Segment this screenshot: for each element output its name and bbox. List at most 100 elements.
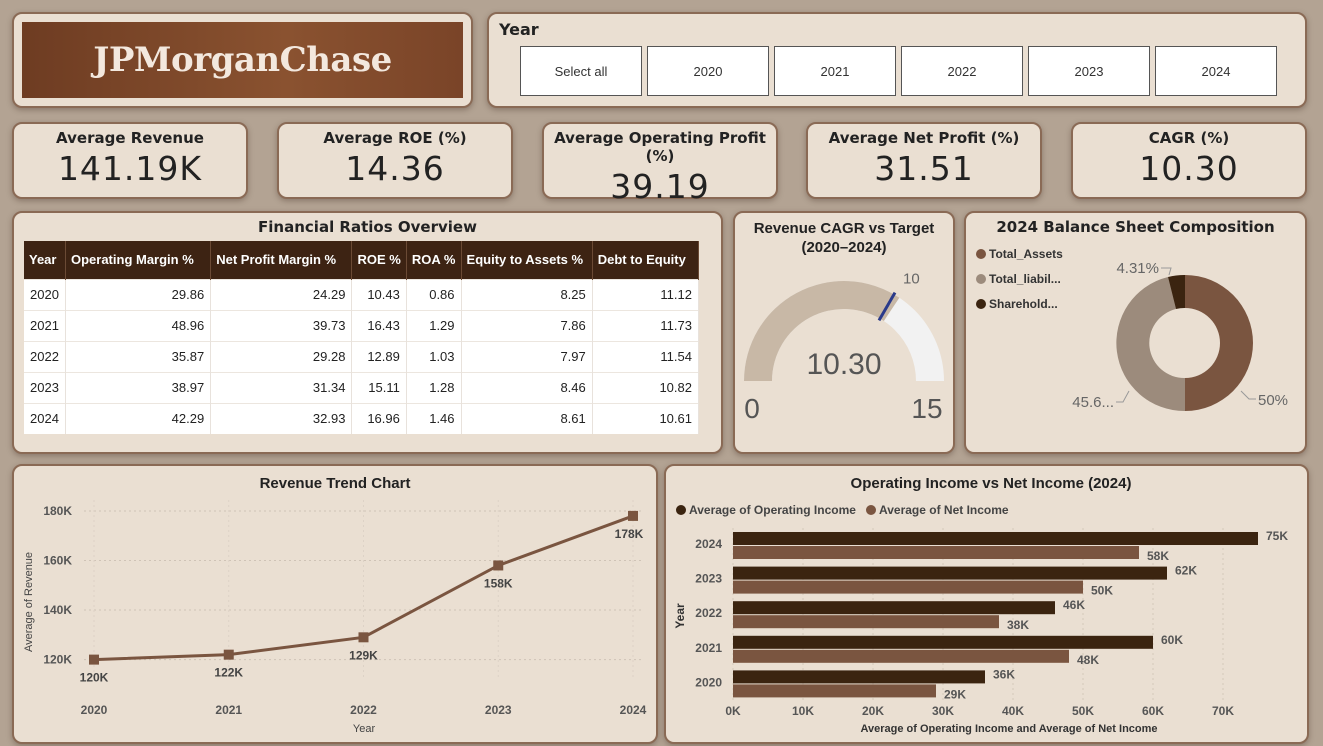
table-cell: 1.28: [406, 371, 462, 403]
data-point[interactable]: [358, 632, 369, 643]
net-income-bar[interactable]: [733, 684, 936, 698]
chart-title: Revenue Trend Chart: [260, 475, 411, 492]
gauge-min-label: 0: [744, 393, 760, 424]
kpi-value: 10.30: [1139, 149, 1239, 188]
operating-income-bar[interactable]: [733, 670, 985, 684]
table-row: 2021 48.96 39.73 16.43 1.29 7.86 11.73: [24, 309, 700, 341]
donut-label-equity: 4.31%: [1116, 260, 1159, 277]
operating-income-bar[interactable]: [733, 532, 1258, 545]
table-cell: 1.03: [406, 340, 462, 372]
table-cell: 48.96: [65, 309, 212, 341]
financial-ratios-panel: Financial Ratios Overview Year Operating …: [12, 211, 723, 454]
operating-income-bar[interactable]: [733, 601, 1055, 615]
data-label: 62K: [1175, 564, 1197, 578]
y-axis-title: Year: [673, 603, 687, 629]
table-cell: 10.61: [592, 402, 700, 434]
table-cell: 11.12: [592, 278, 700, 310]
kpi-average-revenue: Average Revenue 141.19K: [12, 122, 248, 199]
column-header[interactable]: Debt to Equity: [592, 241, 700, 279]
data-label: 29K: [944, 687, 966, 701]
panel-title: Financial Ratios Overview: [258, 218, 477, 236]
column-header[interactable]: ROE %: [351, 241, 407, 279]
table-cell: 2022: [24, 340, 66, 372]
gauge-target-label: 10: [903, 271, 920, 288]
revenue-trend-panel: Revenue Trend Chart 120K 140K 160K 180K 2020 2…: [12, 464, 658, 744]
net-income-bar[interactable]: [733, 649, 1069, 663]
data-label: 38K: [1007, 618, 1029, 632]
gauge-title-line1: Revenue CAGR vs Target: [754, 220, 935, 237]
table-cell: 1.29: [406, 309, 462, 341]
x-tick-label: 0K: [725, 704, 741, 718]
table-cell: 42.29: [65, 402, 212, 434]
x-tick-label: 30K: [932, 704, 954, 718]
x-axis-title: Year: [353, 723, 376, 735]
table-cell: 10.82: [592, 371, 700, 403]
x-tick-label: 2020: [81, 703, 108, 717]
data-point[interactable]: [628, 510, 638, 521]
label-leader-line: [1116, 390, 1130, 403]
table-cell: 2024: [24, 402, 66, 434]
net-income-bar[interactable]: [733, 615, 999, 629]
x-tick-label: 10K: [792, 704, 814, 718]
operating-income-bar[interactable]: [733, 566, 1167, 580]
data-label: 120K: [80, 671, 109, 685]
legend-label[interactable]: Average of Operating Income: [689, 503, 856, 517]
table-cell: 2023: [24, 371, 66, 403]
data-label: 178K: [615, 527, 644, 541]
column-header[interactable]: Net Profit Margin %: [210, 241, 353, 279]
x-axis-title: Average of Operating Income and Average …: [860, 723, 1157, 735]
net-income-bar[interactable]: [733, 580, 1083, 594]
net-income-bar[interactable]: [733, 546, 1139, 559]
table-header-row: Year Operating Margin % Net Profit Margin …: [24, 241, 700, 279]
gauge-value: 10.30: [806, 348, 881, 381]
data-point[interactable]: [493, 560, 504, 571]
table-cell: 16.96: [351, 402, 407, 434]
financial-ratios-table: Year Operating Margin % Net Profit Margin …: [24, 241, 700, 434]
y-tick-label: 2020: [695, 675, 722, 689]
data-point[interactable]: [223, 649, 234, 660]
table-cell: 11.54: [592, 340, 700, 372]
gauge-max-label: 15: [911, 393, 942, 424]
y-tick-label: 2023: [695, 572, 722, 586]
table-cell: 8.46: [461, 371, 593, 403]
column-header[interactable]: Equity to Assets %: [461, 241, 593, 279]
data-label: 158K: [484, 576, 513, 590]
donut-slice-total-assets[interactable]: [1185, 275, 1253, 411]
data-label: 48K: [1077, 653, 1099, 667]
table-cell: 24.29: [210, 278, 353, 310]
data-label: 122K: [214, 666, 243, 680]
legend-label[interactable]: Average of Net Income: [879, 503, 1009, 517]
table-cell: 12.89: [351, 340, 407, 372]
data-label: 75K: [1266, 529, 1288, 543]
kpi-average-operating-profit: Average Operating Profit (%) 39.19: [542, 122, 778, 206]
year-option-2021[interactable]: 2021: [774, 46, 896, 96]
table-cell: 8.61: [461, 402, 593, 434]
data-label: 50K: [1091, 584, 1113, 598]
year-option-2023[interactable]: 2023: [1028, 46, 1150, 96]
data-point[interactable]: [89, 654, 99, 665]
table-cell: 10.43: [351, 278, 407, 310]
table-cell: 32.93: [210, 402, 353, 434]
year-option-2024[interactable]: 2024: [1155, 46, 1277, 96]
x-tick-label: 2024: [620, 703, 647, 717]
table-cell: 2021: [24, 309, 66, 341]
year-option-2022[interactable]: 2022: [901, 46, 1023, 96]
kpi-cagr: CAGR (%) 10.30: [1071, 122, 1307, 199]
kpi-label: Average Revenue: [56, 129, 204, 147]
table-cell: 16.43: [351, 309, 407, 341]
year-option-select-all[interactable]: Select all: [520, 46, 642, 96]
balance-sheet-donut-panel: 2024 Balance Sheet Composition Total_Ass…: [964, 211, 1307, 454]
y-tick-label: 120K: [43, 653, 72, 667]
column-header[interactable]: Year: [24, 241, 66, 279]
table-cell: 1.46: [406, 402, 462, 434]
table-cell: 35.87: [65, 340, 212, 372]
operating-income-bar[interactable]: [733, 635, 1153, 649]
year-option-2020[interactable]: 2020: [647, 46, 769, 96]
data-label: 60K: [1161, 633, 1183, 647]
x-tick-label: 50K: [1072, 704, 1094, 718]
legend-swatch: [676, 505, 686, 515]
table-cell: 0.86: [406, 278, 462, 310]
table-row: 2022 35.87 29.28 12.89 1.03 7.97 11.54: [24, 340, 700, 372]
column-header[interactable]: ROA %: [406, 241, 462, 279]
column-header[interactable]: Operating Margin %: [65, 241, 212, 279]
